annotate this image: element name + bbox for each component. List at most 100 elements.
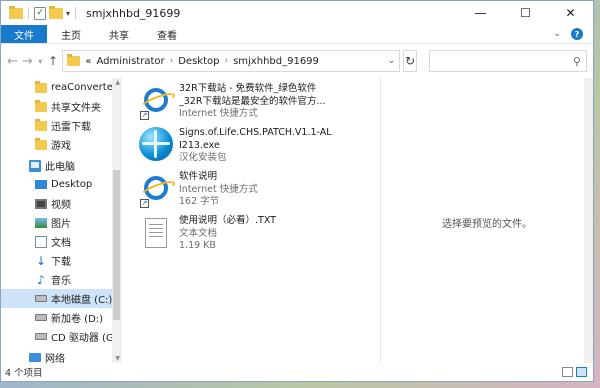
preview-pane: 选择要预览的文件。 xyxy=(380,78,593,363)
file-type: Internet 快捷方式 xyxy=(179,183,258,195)
search-icon: ⚲ xyxy=(572,54,581,68)
expand-ribbon-icon[interactable]: ⌄ xyxy=(553,29,561,39)
tab-view[interactable]: 查看 xyxy=(143,25,191,43)
preview-message: 选择要预览的文件。 xyxy=(442,219,532,230)
sidebar-item-drive-g[interactable]: CD 驱动器 (G:) xyxy=(1,327,121,346)
pc-icon xyxy=(29,159,41,172)
video-icon xyxy=(35,198,47,209)
music-icon: ♪ xyxy=(37,272,45,287)
forward-button[interactable]: → xyxy=(22,51,33,71)
quick-access-toolbar: ✓ ▾ xyxy=(1,5,78,20)
breadcrumb-desktop[interactable]: Desktop xyxy=(178,56,219,67)
breadcrumb-current[interactable]: smjxhhbd_91699 xyxy=(233,56,319,67)
file-item[interactable]: 使用说明（必看）.TXT 文本文档 1.19 KB xyxy=(138,214,380,254)
desktop-icon xyxy=(35,180,47,189)
picture-icon xyxy=(35,217,47,228)
file-name-line2: I213.exe xyxy=(179,139,220,151)
sidebar-scrollbar[interactable]: ▲ ▼ xyxy=(112,78,121,363)
text-file-icon xyxy=(138,214,174,254)
installer-ball-icon xyxy=(138,126,174,166)
file-name-line2: _32R下载站是最安全的软件官方... xyxy=(179,95,326,107)
tiles-view-icon[interactable] xyxy=(576,367,587,377)
sidebar-item-games[interactable]: 游戏 xyxy=(1,135,121,154)
maximize-button[interactable]: ☐ xyxy=(503,1,548,25)
file-list: ↗ 32R下载站 - 免费软件_绿色软件 _32R下载站是最安全的软件官方...… xyxy=(122,78,380,363)
file-name: 使用说明（必看）.TXT xyxy=(179,215,276,226)
file-item[interactable]: ↗ 软件说明 Internet 快捷方式 162 字节 xyxy=(138,170,380,210)
scrollbar-thumb[interactable] xyxy=(113,170,120,320)
file-size: 162 字节 xyxy=(179,196,220,207)
file-name: 软件说明 xyxy=(179,171,218,182)
breadcrumb-administrator[interactable]: Administrator xyxy=(96,56,164,67)
back-button[interactable]: ← xyxy=(7,51,18,71)
tab-home[interactable]: 主页 xyxy=(47,25,95,43)
address-row: ← → ▾ ↑ « Administrator › Desktop › smjx… xyxy=(1,44,593,78)
window-controls: — ☐ ✕ xyxy=(458,1,593,25)
folder-icon xyxy=(35,80,47,93)
properties-icon[interactable]: ✓ xyxy=(34,6,46,20)
sidebar-item-pictures[interactable]: 图片 xyxy=(1,213,121,232)
cd-drive-icon xyxy=(35,333,47,340)
tab-share[interactable]: 共享 xyxy=(95,25,143,43)
file-description: 汉化安装包 xyxy=(179,152,227,163)
file-name: Signs.of.Life.CHS.PATCH.V1.1-AL xyxy=(179,127,332,138)
sidebar-item-desktop[interactable]: Desktop xyxy=(1,175,121,194)
sidebar-item-drive-c[interactable]: 本地磁盘 (C:) xyxy=(1,289,121,308)
scroll-down-icon[interactable]: ▼ xyxy=(115,355,120,362)
network-icon xyxy=(29,353,41,362)
new-folder-icon[interactable] xyxy=(49,5,63,19)
sidebar-item-documents[interactable]: 文档 xyxy=(1,232,121,251)
sidebar-item-shared-folder[interactable]: 共享文件夹 xyxy=(1,97,121,116)
minimize-button[interactable]: — xyxy=(458,1,503,25)
navigation-pane: reaConverter 7 共享文件夹 迅雷下载 游戏 此电脑 Desktop… xyxy=(1,78,122,363)
main-area: reaConverter 7 共享文件夹 迅雷下载 游戏 此电脑 Desktop… xyxy=(1,78,593,363)
sidebar-item-this-pc[interactable]: 此电脑 xyxy=(1,156,121,175)
folder-icon xyxy=(9,5,23,19)
help-icon[interactable]: ? xyxy=(571,28,583,40)
close-button[interactable]: ✕ xyxy=(548,1,593,25)
folder-icon xyxy=(67,54,81,66)
file-item[interactable]: Signs.of.Life.CHS.PATCH.V1.1-AL I213.exe… xyxy=(138,126,380,166)
file-size: 1.19 KB xyxy=(179,240,216,251)
tab-file[interactable]: 文件 xyxy=(1,25,47,43)
details-view-icon[interactable] xyxy=(562,367,573,377)
window-title: smjxhhbd_91699 xyxy=(86,6,181,20)
sidebar-item-music[interactable]: ♪ 音乐 xyxy=(1,270,121,289)
sidebar-item-network[interactable]: 网络 xyxy=(1,348,121,363)
folder-icon xyxy=(35,118,47,131)
chevron-right-icon[interactable]: › xyxy=(170,56,174,66)
scroll-up-icon[interactable]: ▲ xyxy=(115,79,120,86)
file-type: Internet 快捷方式 xyxy=(179,108,258,119)
recent-locations-icon[interactable]: ▾ xyxy=(37,51,44,71)
title-bar: ✓ ▾ smjxhhbd_91699 — ☐ ✕ xyxy=(1,1,593,25)
chevron-right-icon[interactable]: › xyxy=(224,56,228,66)
sidebar-item-reaconverter[interactable]: reaConverter 7 xyxy=(1,78,121,97)
drive-icon xyxy=(35,295,47,302)
search-input[interactable]: ⚲ xyxy=(428,50,587,72)
file-type: 文本文档 xyxy=(179,227,218,239)
sidebar-item-xunlei[interactable]: 迅雷下载 xyxy=(1,116,121,135)
chevron-down-icon[interactable]: ⌄ xyxy=(388,56,396,66)
drive-icon xyxy=(35,314,47,321)
item-count: 4 个项目 xyxy=(5,368,43,379)
up-button[interactable]: ↑ xyxy=(48,51,59,71)
refresh-button[interactable]: ↻ xyxy=(403,50,417,72)
folder-icon xyxy=(35,137,47,150)
file-item[interactable]: ↗ 32R下载站 - 免费软件_绿色软件 _32R下载站是最安全的软件官方...… xyxy=(138,82,380,122)
internet-shortcut-icon: ↗ xyxy=(138,170,174,210)
folder-icon xyxy=(35,99,47,112)
file-name: 32R下载站 - 免费软件_绿色软件 xyxy=(179,83,317,94)
chevron-down-icon[interactable]: ▾ xyxy=(66,9,70,18)
address-bar[interactable]: « Administrator › Desktop › smjxhhbd_916… xyxy=(62,50,401,72)
status-bar: 4 个项目 xyxy=(1,363,593,381)
download-icon: ↓ xyxy=(35,253,47,268)
address-prefix[interactable]: « xyxy=(85,56,91,67)
sidebar-item-drive-d[interactable]: 新加卷 (D:) xyxy=(1,308,121,327)
sidebar-item-downloads[interactable]: ↓ 下载 xyxy=(1,251,121,270)
document-icon xyxy=(35,235,47,248)
explorer-window: ✓ ▾ smjxhhbd_91699 — ☐ ✕ 文件 主页 共享 查看 ⌄ ?… xyxy=(0,0,594,382)
ribbon-tabs: 文件 主页 共享 查看 ⌄ ? xyxy=(1,25,593,44)
internet-shortcut-icon: ↗ xyxy=(138,82,174,122)
sidebar-item-videos[interactable]: 视频 xyxy=(1,194,121,213)
preview-scrollbar[interactable] xyxy=(584,78,593,363)
